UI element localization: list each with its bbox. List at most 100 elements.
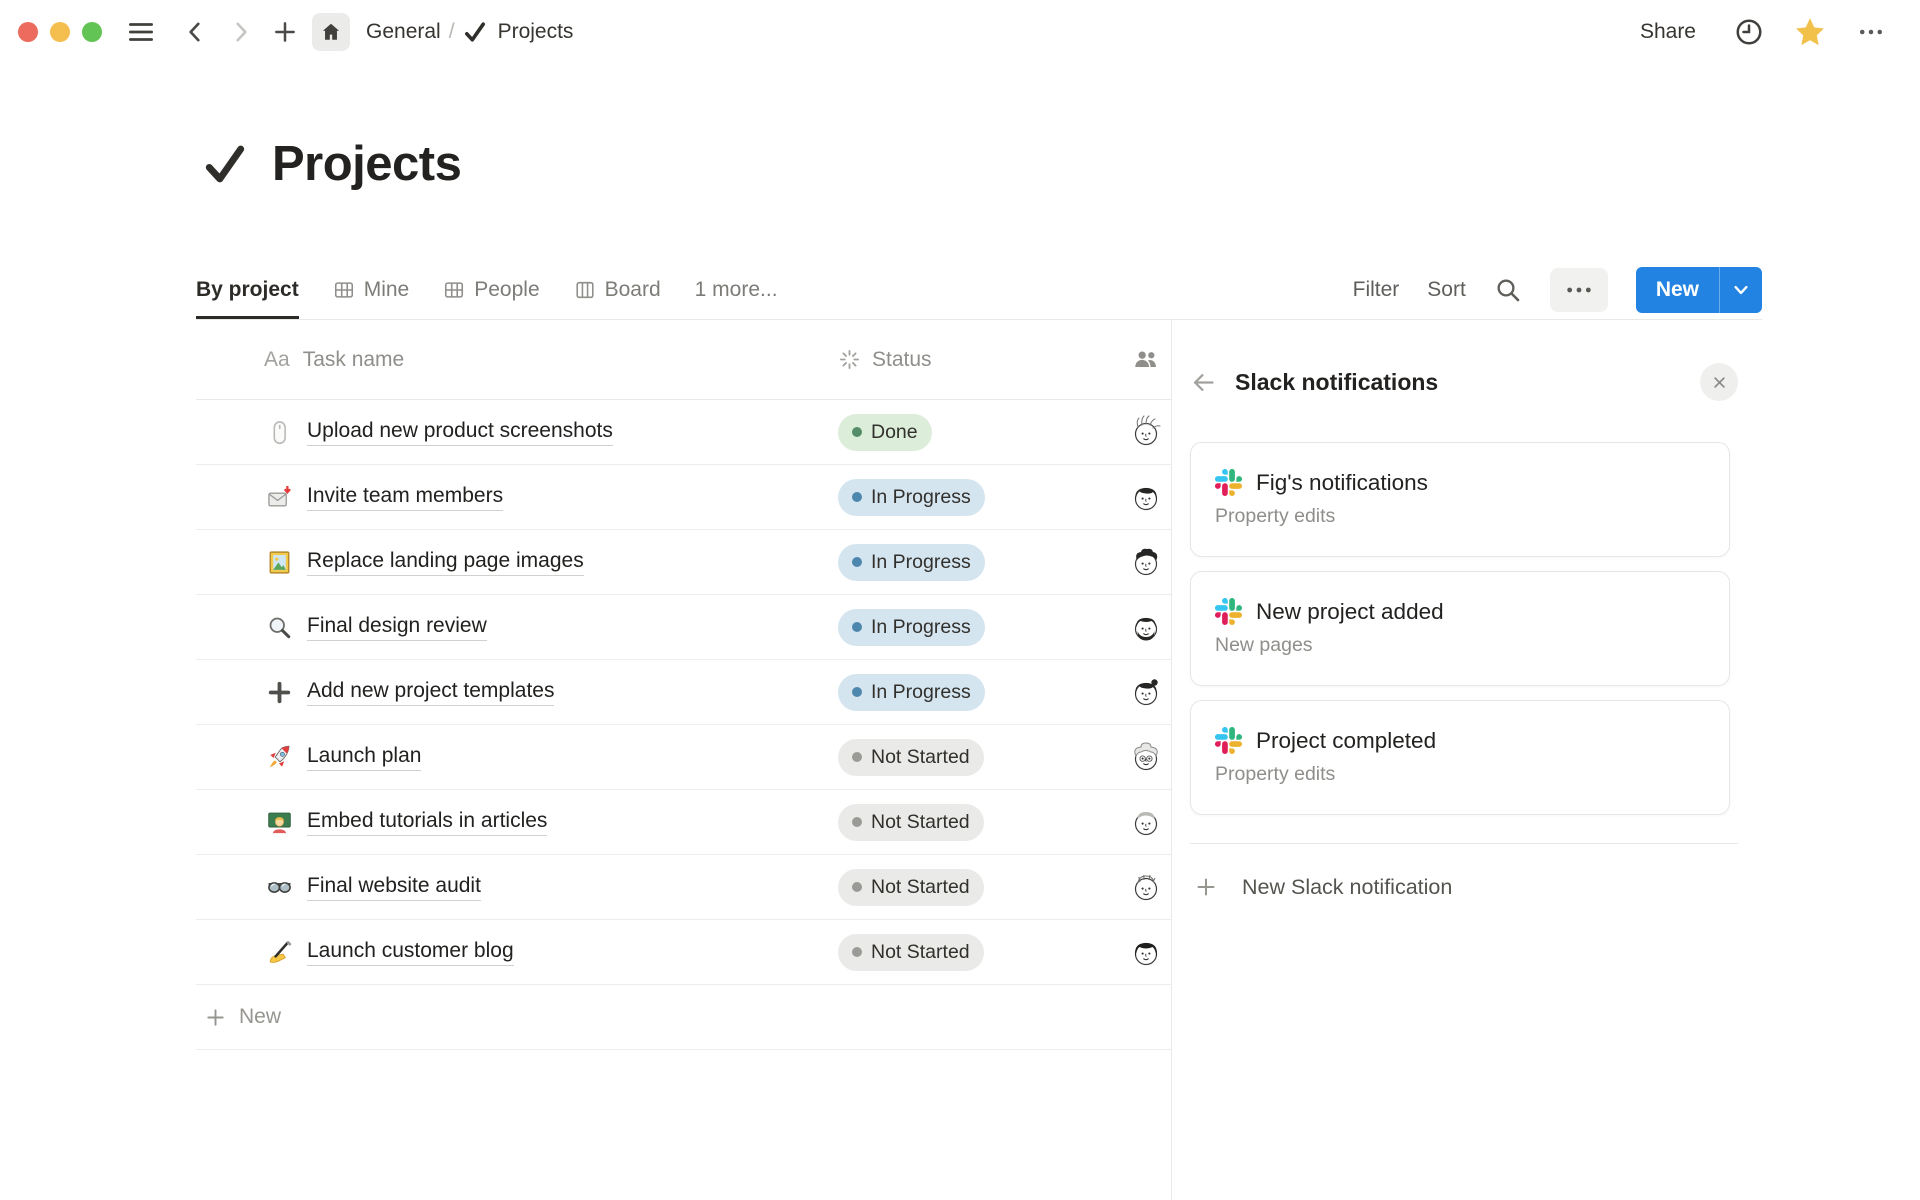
column-header-status[interactable]: Status	[838, 348, 1120, 372]
notification-cards: Fig's notifications Property edits New p…	[1190, 442, 1738, 815]
task-cell: Upload new product screenshots	[196, 419, 838, 446]
tab-by-project[interactable]: By project	[196, 260, 299, 319]
column-header-task-name[interactable]: Aa Task name	[196, 348, 838, 372]
card-title: New project added	[1256, 599, 1444, 625]
status-dot	[852, 947, 862, 957]
card-subtitle: New pages	[1215, 634, 1705, 657]
task-title-link[interactable]: Add new project templates	[307, 679, 554, 706]
framed-picture-icon	[266, 549, 293, 576]
task-title-link[interactable]: Replace landing page images	[307, 549, 584, 576]
task-title-link[interactable]: Launch plan	[307, 744, 421, 771]
table-row[interactable]: Final website audit Not Started	[196, 855, 1171, 920]
nav-back-icon[interactable]	[182, 19, 208, 45]
tab-board[interactable]: Board	[574, 260, 661, 319]
task-title-link[interactable]: Launch customer blog	[307, 939, 514, 966]
tab-people[interactable]: People	[443, 260, 539, 319]
breadcrumb-page[interactable]: Projects	[494, 18, 578, 46]
table-row[interactable]: Final design review In Progress	[196, 595, 1171, 660]
assignee-avatar[interactable]	[1128, 934, 1164, 970]
check-page-icon-large[interactable]	[202, 141, 248, 187]
slack-card-new-project-added[interactable]: New project added New pages	[1190, 571, 1730, 686]
status-badge[interactable]: Not Started	[838, 804, 984, 841]
table-row[interactable]: Launch customer blog Not Started	[196, 920, 1171, 985]
new-slack-notification-button[interactable]: New Slack notification	[1190, 858, 1738, 916]
table-body: Upload new product screenshots Done Invi…	[196, 400, 1171, 985]
assignee-cell	[1120, 934, 1171, 970]
assignee-avatar[interactable]	[1128, 479, 1164, 515]
assignee-avatar[interactable]	[1128, 674, 1164, 710]
task-title-link[interactable]: Final website audit	[307, 874, 481, 901]
check-page-icon	[463, 20, 487, 44]
column-header-assignee[interactable]	[1120, 347, 1171, 372]
task-title-link[interactable]: Upload new product screenshots	[307, 419, 613, 446]
status-dot	[852, 687, 862, 697]
assignee-avatar[interactable]	[1128, 739, 1164, 775]
slack-card-project-completed[interactable]: Project completed Property edits	[1190, 700, 1730, 815]
tasks-table: Aa Task name Status Upload new product s…	[196, 320, 1171, 1050]
writing-hand-icon	[266, 939, 293, 966]
assignee-avatar[interactable]	[1128, 544, 1164, 580]
status-badge[interactable]: Done	[838, 414, 932, 451]
assignee-avatar[interactable]	[1128, 869, 1164, 905]
view-toolbar: By project Mine People Board 1 more... F…	[196, 260, 1762, 320]
window-minimize-button[interactable]	[50, 22, 70, 42]
status-badge[interactable]: Not Started	[838, 739, 984, 776]
window-close-button[interactable]	[18, 22, 38, 42]
panel-divider-line	[1171, 320, 1172, 1200]
status-cell: Not Started	[838, 869, 1120, 906]
table-row[interactable]: Replace landing page images In Progress	[196, 530, 1171, 595]
share-button[interactable]: Share	[1634, 16, 1702, 48]
status-badge[interactable]: In Progress	[838, 609, 985, 646]
task-cell: Launch plan	[196, 744, 838, 771]
table-row[interactable]: Invite team members In Progress	[196, 465, 1171, 530]
page-title[interactable]: Projects	[272, 136, 461, 192]
new-button-label[interactable]: New	[1636, 267, 1719, 313]
new-tab-icon[interactable]	[272, 19, 298, 45]
back-arrow-icon[interactable]	[1190, 369, 1217, 396]
home-icon[interactable]	[312, 13, 350, 51]
breadcrumb: General / Projects	[362, 18, 577, 46]
task-cell: Add new project templates	[196, 679, 838, 706]
more-options-icon[interactable]	[1856, 17, 1886, 47]
new-row-button[interactable]: New	[196, 985, 1171, 1050]
slack-icon	[1215, 727, 1242, 754]
status-badge[interactable]: Not Started	[838, 934, 984, 971]
assignee-cell	[1120, 869, 1171, 905]
status-badge[interactable]: In Progress	[838, 544, 985, 581]
clock-icon[interactable]	[1734, 17, 1764, 47]
assignee-cell	[1120, 804, 1171, 840]
status-badge[interactable]: Not Started	[838, 869, 984, 906]
table-row[interactable]: Upload new product screenshots Done	[196, 400, 1171, 465]
new-button-dropdown[interactable]	[1720, 267, 1762, 313]
search-icon[interactable]	[1494, 276, 1522, 304]
panel-close-button[interactable]	[1700, 363, 1738, 401]
sort-button[interactable]: Sort	[1427, 278, 1466, 302]
assignee-avatar[interactable]	[1128, 804, 1164, 840]
view-type-icon	[574, 279, 596, 301]
tab-mine[interactable]: Mine	[333, 260, 410, 319]
nav-forward-icon[interactable]	[228, 19, 254, 45]
status-cell: Not Started	[838, 739, 1120, 776]
table-row[interactable]: Embed tutorials in articles Not Started	[196, 790, 1171, 855]
new-slack-notification-label: New Slack notification	[1242, 875, 1452, 900]
table-row[interactable]: Add new project templates In Progress	[196, 660, 1171, 725]
slack-card-fig-s-notifications[interactable]: Fig's notifications Property edits	[1190, 442, 1730, 557]
task-title-link[interactable]: Invite team members	[307, 484, 503, 511]
breadcrumb-root[interactable]: General	[362, 18, 445, 46]
view-more-button[interactable]	[1550, 268, 1608, 312]
new-entry-button[interactable]: New	[1636, 267, 1762, 313]
star-favorite-icon[interactable]	[1794, 16, 1826, 48]
text-type-icon: Aa	[264, 348, 290, 372]
assignee-avatar[interactable]	[1128, 609, 1164, 645]
sidebar-menu-icon[interactable]	[126, 17, 156, 47]
task-title-link[interactable]: Embed tutorials in articles	[307, 809, 547, 836]
status-badge[interactable]: In Progress	[838, 674, 985, 711]
window-zoom-button[interactable]	[82, 22, 102, 42]
tab-1-more[interactable]: 1 more...	[695, 260, 778, 319]
status-badge[interactable]: In Progress	[838, 479, 985, 516]
assignee-avatar[interactable]	[1128, 414, 1164, 450]
task-title-link[interactable]: Final design review	[307, 614, 487, 641]
filter-button[interactable]: Filter	[1353, 278, 1400, 302]
status-dot	[852, 752, 862, 762]
table-row[interactable]: Launch plan Not Started	[196, 725, 1171, 790]
